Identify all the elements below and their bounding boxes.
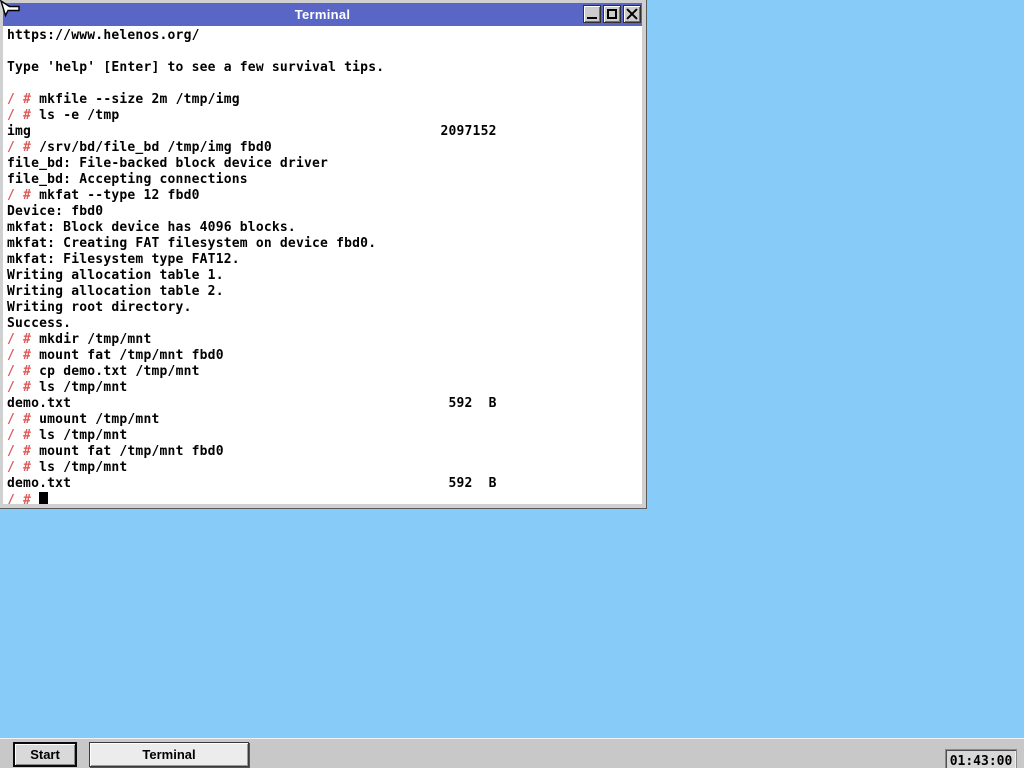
terminal-line: Success.	[7, 316, 642, 332]
terminal-command-text: ls /tmp/mnt	[39, 380, 128, 395]
start-button-label: Start	[30, 747, 60, 762]
terminal-output-text: Type 'help' [Enter] to see a few surviva…	[7, 60, 385, 75]
terminal-command-text: mkfile --size 2m /tmp/img	[39, 92, 240, 107]
terminal-command-text: mount fat /tmp/mnt fbd0	[39, 348, 224, 363]
terminal-output-text: file_bd: Accepting connections	[7, 172, 248, 187]
terminal-line: / # ls /tmp/mnt	[7, 460, 642, 476]
terminal-line: file_bd: File-backed block device driver	[7, 156, 642, 172]
shell-prompt: / #	[7, 364, 40, 379]
terminal-line: / # ls -e /tmp	[7, 108, 642, 124]
terminal-line: Writing allocation table 2.	[7, 284, 642, 300]
terminal-line: / # mkfile --size 2m /tmp/img	[7, 92, 642, 108]
terminal-output-text: mkfat: Creating FAT filesystem on device…	[7, 236, 377, 251]
terminal-output-text: mkfat: Filesystem type FAT12.	[7, 252, 240, 267]
terminal-output-text: file_bd: File-backed block device driver	[7, 156, 329, 171]
taskbar-clock: 01:43:00	[945, 749, 1017, 768]
terminal-command-text: /srv/bd/file_bd /tmp/img fbd0	[39, 140, 272, 155]
window-controls	[583, 5, 641, 23]
terminal-line: / # mount fat /tmp/mnt fbd0	[7, 444, 642, 460]
terminal-screen[interactable]: https://www.helenos.org/Type 'help' [Ent…	[3, 26, 642, 504]
close-icon	[624, 6, 640, 22]
taskbar-item-terminal[interactable]: Terminal	[89, 742, 249, 767]
terminal-line: file_bd: Accepting connections	[7, 172, 642, 188]
close-button[interactable]	[623, 5, 641, 23]
clock-time: 01:43:00	[949, 754, 1013, 768]
terminal-command-text: mkdir /tmp/mnt	[39, 332, 152, 347]
terminal-output-text: Writing allocation table 2.	[7, 284, 224, 299]
terminal-output-text: Device: fbd0	[7, 204, 104, 219]
terminal-line: https://www.helenos.org/	[7, 28, 642, 44]
terminal-output-text: https://www.helenos.org/	[7, 28, 200, 43]
taskbar-item-label: Terminal	[142, 747, 196, 762]
terminal-line: / # umount /tmp/mnt	[7, 412, 642, 428]
terminal-window: Terminal https://www.helenos.org/Type 'h…	[0, 0, 647, 509]
shell-prompt: / #	[7, 108, 40, 123]
terminal-line: / # mkfat --type 12 fbd0	[7, 188, 642, 204]
terminal-output-text: demo.txt 592 B	[7, 476, 497, 491]
maximize-button[interactable]	[603, 5, 621, 23]
terminal-line: img 2097152	[7, 124, 642, 140]
start-button[interactable]: Start	[13, 742, 77, 767]
window-titlebar[interactable]: Terminal	[3, 3, 642, 26]
terminal-line: demo.txt 592 B	[7, 396, 642, 412]
shell-prompt: / #	[7, 348, 40, 363]
terminal-line: / # cp demo.txt /tmp/mnt	[7, 364, 642, 380]
terminal-line: Writing root directory.	[7, 300, 642, 316]
shell-prompt: / #	[7, 444, 40, 459]
terminal-output-text: demo.txt 592 B	[7, 396, 497, 411]
terminal-line: Writing allocation table 1.	[7, 268, 642, 284]
terminal-line: Device: fbd0	[7, 204, 642, 220]
terminal-line: / # mount fat /tmp/mnt fbd0	[7, 348, 642, 364]
terminal-command-text: umount /tmp/mnt	[39, 412, 160, 427]
terminal-line: / # mkdir /tmp/mnt	[7, 332, 642, 348]
terminal-output-text: Writing allocation table 1.	[7, 268, 224, 283]
terminal-line: / #	[7, 492, 642, 504]
terminal-output-text: Success.	[7, 316, 72, 331]
terminal-line: / # ls /tmp/mnt	[7, 428, 642, 444]
shell-prompt: / #	[7, 332, 40, 347]
shell-prompt: / #	[7, 140, 40, 155]
taskbar: Start Terminal 01:43:00	[0, 738, 1024, 768]
terminal-line: mkfat: Filesystem type FAT12.	[7, 252, 642, 268]
shell-prompt: / #	[7, 188, 40, 203]
terminal-output-text: img 2097152	[7, 124, 497, 139]
shell-prompt: / #	[7, 380, 40, 395]
terminal-line: demo.txt 592 B	[7, 476, 642, 492]
minimize-button[interactable]	[583, 5, 601, 23]
desktop: { "desktop": { "background_color": "#87C…	[0, 0, 1024, 768]
terminal-line: Type 'help' [Enter] to see a few surviva…	[7, 60, 642, 76]
terminal-command-text: mount fat /tmp/mnt fbd0	[39, 444, 224, 459]
shell-prompt: / #	[7, 493, 40, 504]
terminal-command-text: cp demo.txt /tmp/mnt	[39, 364, 200, 379]
shell-prompt: / #	[7, 412, 40, 427]
shell-prompt: / #	[7, 428, 40, 443]
terminal-output-text: mkfat: Block device has 4096 blocks.	[7, 220, 296, 235]
terminal-line: / # /srv/bd/file_bd /tmp/img fbd0	[7, 140, 642, 156]
terminal-command-text: ls /tmp/mnt	[39, 428, 128, 443]
terminal-command-text: ls /tmp/mnt	[39, 460, 128, 475]
maximize-icon	[607, 9, 617, 19]
terminal-cursor	[39, 492, 49, 504]
terminal-line: mkfat: Creating FAT filesystem on device…	[7, 236, 642, 252]
terminal-line: / # ls /tmp/mnt	[7, 380, 642, 396]
minimize-icon	[587, 17, 597, 19]
terminal-command-text: ls -e /tmp	[39, 108, 120, 123]
terminal-command-text: mkfat --type 12 fbd0	[39, 188, 200, 203]
terminal-line: mkfat: Block device has 4096 blocks.	[7, 220, 642, 236]
shell-prompt: / #	[7, 460, 40, 475]
terminal-output-text: Writing root directory.	[7, 300, 192, 315]
window-title: Terminal	[294, 7, 351, 22]
shell-prompt: / #	[7, 92, 40, 107]
